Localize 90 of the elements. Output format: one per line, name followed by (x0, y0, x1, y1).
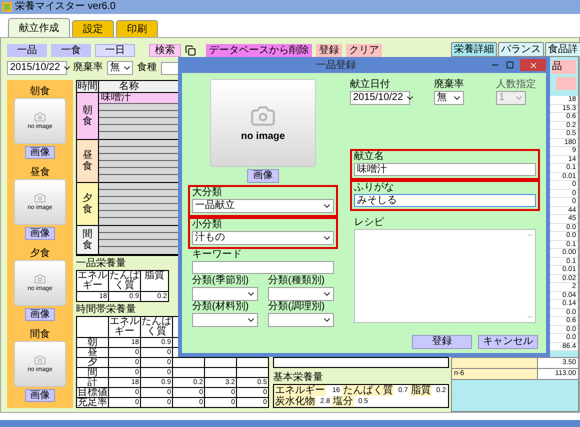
scroll-up-icon[interactable] (526, 231, 534, 239)
group-label: 間食 (82, 229, 92, 251)
dropdown[interactable]: 一品献立 (192, 199, 334, 213)
tab[interactable]: 栄養詳細 (451, 42, 497, 56)
dropdown[interactable] (268, 313, 334, 327)
dropdown[interactable]: 2015/10/22 (350, 91, 410, 105)
mode-button[interactable]: 一食 (51, 44, 91, 58)
image-button[interactable]: 画像 (25, 227, 55, 240)
nutrient-label: 炭水化物 (274, 396, 316, 407)
table-cell (173, 358, 205, 368)
field-label: レシピ (353, 217, 385, 229)
input-field[interactable]: みそしる (354, 194, 536, 207)
group-label: 昼食 (82, 150, 92, 172)
action-button[interactable]: 登録 (316, 44, 342, 58)
dropdown[interactable]: 無 (107, 61, 133, 76)
table-header: エネルギー (109, 317, 141, 338)
section-title: 一品栄養量 (76, 258, 126, 270)
nutrient-label: 脂質 (410, 385, 432, 396)
column-header: 名称 (118, 81, 140, 92)
field-label: 人数指定 (496, 79, 536, 91)
action-button[interactable]: データベースから削除 (206, 44, 312, 58)
image-button[interactable]: 画像 (25, 308, 55, 321)
meal-title: 間食 (30, 329, 50, 341)
field-label: 分類(調理別) (268, 301, 325, 313)
tab[interactable]: 設定 (72, 20, 114, 37)
dropdown[interactable] (268, 287, 334, 301)
tab[interactable]: バランス (498, 42, 544, 56)
image-button[interactable]: 画像 (25, 146, 55, 159)
table-header: たんぱく質 (141, 317, 173, 338)
meal-title: 夕食 (30, 248, 50, 260)
tab[interactable]: 印刷 (116, 20, 158, 37)
input-field[interactable] (192, 261, 334, 274)
dialog-title: 一品登録 (315, 58, 357, 72)
field-label: 廃棄率 (434, 79, 464, 91)
group-label: 夕食 (82, 193, 92, 215)
field-label: ふりがな (354, 182, 394, 194)
meal-title: 昼食 (30, 167, 50, 179)
field-label: 献立名 (354, 151, 384, 163)
dropdown[interactable] (192, 313, 258, 327)
group-label: 朝食 (82, 105, 92, 127)
dialog-button[interactable]: 登録 (412, 335, 472, 349)
dropdown[interactable]: 無 (434, 91, 464, 105)
close-icon (528, 60, 538, 70)
section-title: 基本栄養量 (273, 372, 323, 384)
camera-icon (34, 192, 46, 204)
dropdown[interactable] (192, 287, 258, 301)
camera-icon (34, 110, 46, 122)
action-button[interactable]: 品 (552, 60, 576, 74)
image-button[interactable]: 画像 (247, 169, 279, 183)
input-field[interactable]: 味噌汁 (354, 163, 536, 176)
tab[interactable]: 食品詳 (545, 42, 580, 56)
table-header: エネルギー (77, 271, 109, 292)
maximize-icon[interactable] (506, 61, 514, 69)
table-cell (205, 358, 237, 368)
field-label: 廃棄率 (73, 63, 103, 74)
section-title: 時間帯栄養量 (76, 304, 136, 316)
recipe-textarea[interactable] (354, 229, 536, 323)
search-button[interactable]: 検索 (149, 44, 181, 58)
field-label: 小分類 (192, 219, 222, 231)
nutrient-label: 塩分 (332, 396, 354, 407)
dropdown[interactable]: 汁もの (192, 231, 334, 245)
copy-icon[interactable] (185, 45, 196, 56)
table-header: たんぱく質 (109, 271, 141, 292)
action-button[interactable]: クリア (346, 44, 382, 58)
mode-button[interactable]: 一日 (95, 44, 135, 58)
nutrient-label: エネルギー (274, 385, 326, 396)
mode-button[interactable]: 一品 (7, 44, 47, 58)
dropdown[interactable]: 2015/10/22 (7, 61, 67, 76)
field-label: 献立日付 (350, 79, 390, 91)
dialog-button[interactable]: キャンセル (478, 335, 538, 349)
app-logo-icon (2, 2, 12, 12)
field-label: 分類(材料別) (192, 301, 249, 313)
close-button[interactable] (520, 59, 546, 71)
table-cell (205, 368, 237, 378)
tab[interactable]: 献立作成 (8, 18, 70, 37)
field-label: 分類(季節別) (192, 275, 249, 287)
field-label: キーワード (192, 249, 242, 261)
field-label: 食種 (137, 63, 157, 74)
image-button[interactable]: 画像 (25, 389, 55, 402)
window-title: 栄養マイスター ver6.0 (15, 2, 116, 12)
nutrient-label: たんぱく質 (342, 385, 394, 396)
meal-title: 朝食 (30, 86, 50, 98)
field-label: 分類(種類別) (268, 275, 325, 287)
field-label: 大分類 (192, 187, 222, 199)
column-header: 時間 (77, 81, 99, 92)
camera-icon (34, 272, 46, 284)
camera-icon (34, 354, 46, 366)
scroll-down-icon[interactable] (526, 313, 534, 321)
placeholder-text: no image (241, 130, 285, 144)
table-cell (173, 368, 205, 378)
